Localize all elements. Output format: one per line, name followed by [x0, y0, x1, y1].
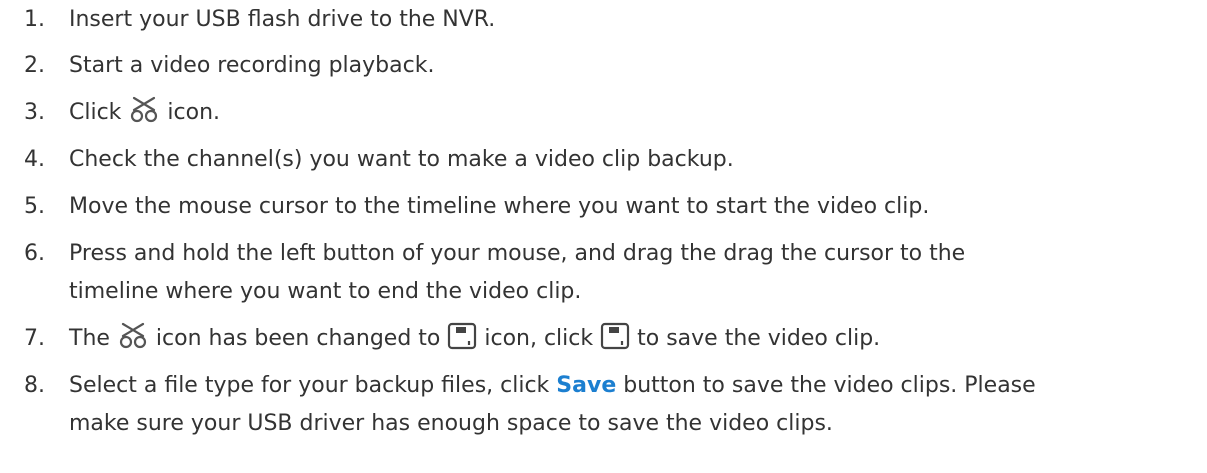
step-number: 7. [24, 326, 45, 351]
step-number: 3. [24, 100, 45, 125]
step-number: 4. [24, 147, 45, 172]
step-text: Select a file type for your backup files… [69, 368, 1036, 404]
step-text: Check the channel(s) you want to make a … [69, 147, 734, 172]
step-number: 8. [24, 373, 45, 398]
scissors-icon [128, 96, 160, 124]
step-text: Click icon. [69, 95, 220, 131]
step-text-post: button to save the video clips. Please [616, 373, 1036, 398]
instruction-list: 1. Insert your USB flash drive to the NV… [0, 0, 1207, 473]
step-text: timeline where you want to end the video… [69, 279, 582, 304]
step-text-part: icon, click [477, 326, 601, 351]
step-text-post: icon. [160, 100, 221, 125]
step-number: 5. [24, 194, 45, 219]
step-text: Insert your USB flash drive to the NVR. [69, 7, 496, 32]
step-text-pre: Click [69, 100, 129, 125]
step-text-part: The [69, 326, 117, 351]
step-text-pre: Select a file type for your backup files… [69, 373, 557, 398]
step-number: 2. [24, 53, 45, 78]
save-icon [600, 322, 630, 350]
step-text: Move the mouse cursor to the timeline wh… [69, 194, 930, 219]
step-text: The icon has been changed to icon, click… [69, 321, 880, 357]
step-text-part: to save the video clip. [630, 326, 881, 351]
step-text-part: icon has been changed to [148, 326, 448, 351]
step-text: Start a video recording playback. [69, 53, 435, 78]
save-icon [447, 322, 477, 350]
step-number: 1. [24, 7, 45, 32]
step-number: 6. [24, 241, 45, 266]
save-keyword: Save [556, 373, 617, 398]
step-text: Press and hold the left button of your m… [69, 241, 966, 266]
scissors-icon [117, 322, 149, 350]
step-text: make sure your USB driver has enough spa… [69, 411, 833, 436]
